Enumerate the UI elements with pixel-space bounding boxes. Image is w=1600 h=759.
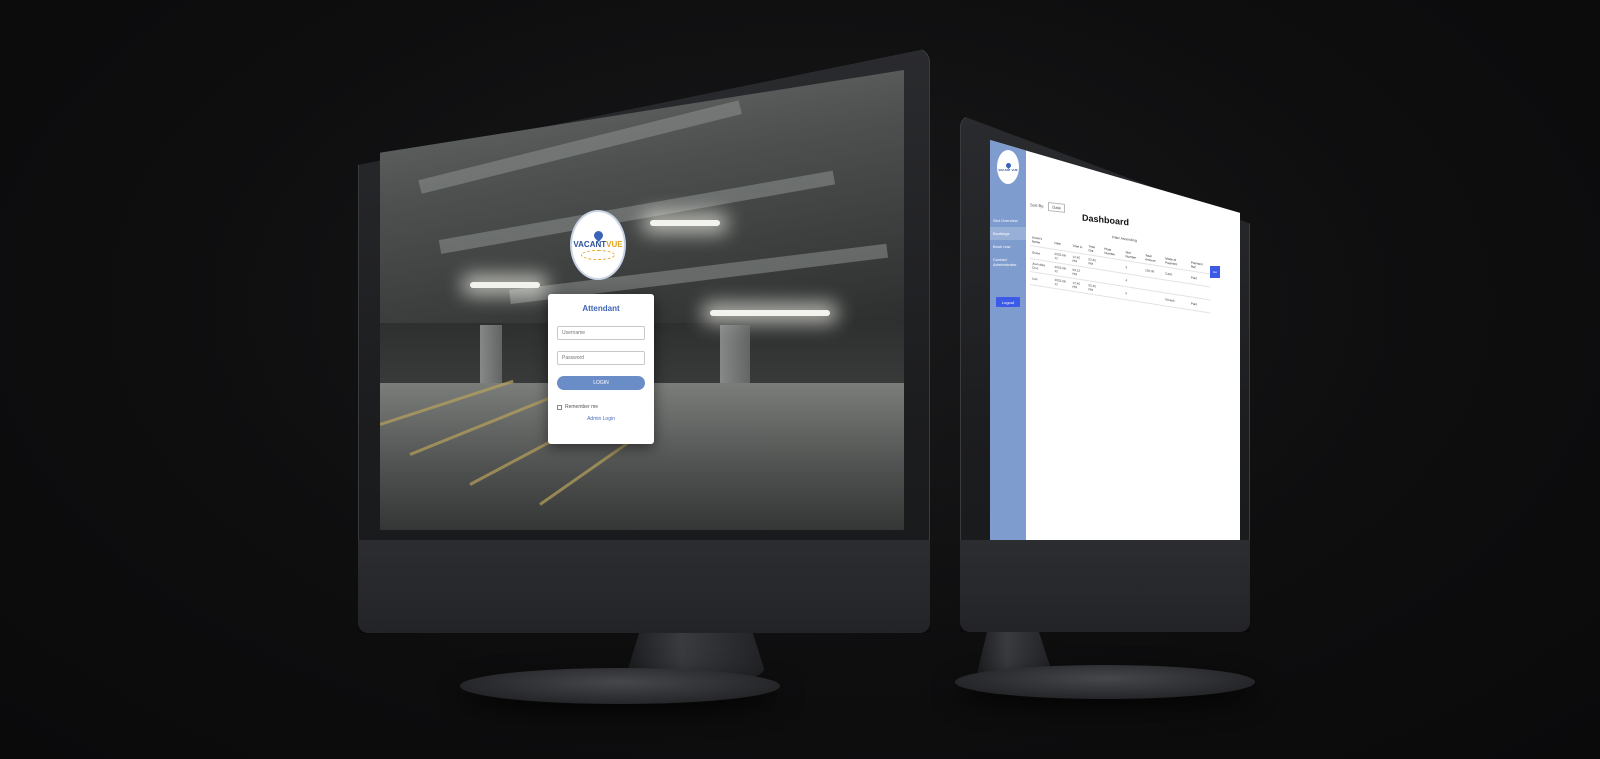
go-button[interactable]: Go	[1210, 266, 1220, 278]
table-cell: Paid	[1188, 296, 1210, 314]
login-card: Attendant LOGIN Remember me Admin Login	[548, 294, 654, 444]
password-input[interactable]	[557, 351, 645, 365]
ceiling-light	[650, 220, 720, 226]
ceiling-light	[710, 310, 830, 316]
login-button[interactable]: LOGIN	[557, 376, 645, 390]
right-monitor-chin	[960, 540, 1250, 632]
logo-accent-text: VUE	[606, 239, 623, 249]
sort-label: Sort By:	[1030, 202, 1045, 209]
remember-me-checkbox[interactable]	[557, 404, 562, 410]
admin-login-link[interactable]: Admin Login	[557, 416, 645, 422]
table-cell: 12:45 PM	[1070, 277, 1087, 294]
remember-me-row: Remember me	[557, 404, 645, 410]
vacantvue-logo: VACANTVUE	[570, 210, 626, 280]
sidebar-item-bookings[interactable]: Bookings	[990, 227, 1026, 240]
remember-me-label: Remember me	[565, 404, 599, 410]
table-cell	[1143, 289, 1164, 306]
sort-select[interactable]: Date	[1048, 202, 1065, 213]
sidebar-item-slot-overview[interactable]: Slot Overview	[990, 214, 1026, 227]
right-monitor-stand-base	[955, 665, 1255, 699]
logo-ring	[581, 249, 615, 260]
sidebar-item-book-now[interactable]: Book now	[990, 240, 1026, 253]
left-monitor-chin	[358, 540, 930, 633]
login-screen: VACANTVUE Attendant LOGIN Remember me Ad…	[380, 70, 904, 530]
logout-button[interactable]: Logout	[996, 297, 1020, 307]
login-title: Attendant	[582, 304, 620, 313]
dashboard-sidebar: VACANT VUE Slot Overview Bookings Book n…	[990, 140, 1026, 545]
table-cell: 5	[1123, 286, 1144, 303]
scene-background: VACANTVUE Attendant LOGIN Remember me Ad…	[0, 0, 1600, 759]
left-monitor-stand-base	[460, 668, 780, 704]
username-input[interactable]	[557, 326, 645, 340]
logo-main-text: VACANT	[573, 239, 607, 249]
left-monitor: VACANTVUE Attendant LOGIN Remember me Ad…	[0, 0, 1600, 759]
parking-stripe	[539, 434, 640, 506]
dashboard-logo: VACANT VUE	[997, 150, 1019, 184]
sidebar-item-contact-administrator[interactable]: Contact Administrator	[990, 253, 1026, 271]
table-cell: 2023-06-12	[1052, 275, 1071, 291]
table-cell: Luis	[1030, 271, 1053, 289]
table-cell	[1102, 282, 1124, 300]
table-cell: 05:45 PM	[1086, 280, 1103, 296]
ceiling-light	[470, 282, 540, 288]
